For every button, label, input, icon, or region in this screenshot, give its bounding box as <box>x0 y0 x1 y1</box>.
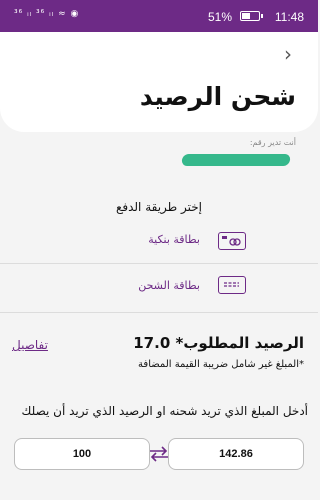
page-title: شحن الرصيد <box>139 82 296 111</box>
payment-method-label: بطاقة بنكية <box>148 233 200 246</box>
divider <box>0 312 318 313</box>
payment-method-heading: إختر طريقة الدفع <box>115 200 203 214</box>
amount-prompt: أدخل المبلغ الذي تريد شحنه او الرصيد الذ… <box>21 404 308 418</box>
credit-card-icon <box>218 232 246 250</box>
vat-note: *المبلغ غير شامل ضريبة القيمة المضافة <box>138 359 304 370</box>
status-bar: ³⁶ ᵢₗ ³⁶ ᵢₗ ≈ ◉ 51% 11:48 <box>0 0 318 32</box>
payment-method-label: بطاقة الشحن <box>138 279 200 292</box>
network-indicators: ³⁶ ᵢₗ ³⁶ ᵢₗ ≈ ◉ <box>14 9 80 19</box>
required-balance: الرصيد المطلوب* 17.0 <box>133 334 304 352</box>
recharge-card-icon <box>218 276 246 294</box>
amount-input-left[interactable]: 100 <box>14 438 150 470</box>
amount-input-right[interactable]: 142.86 <box>168 438 304 470</box>
payment-method-bank-card[interactable]: بطاقة بنكية <box>0 222 318 262</box>
chevron-right-icon[interactable]: › <box>284 44 300 64</box>
battery-icon <box>240 11 263 21</box>
required-balance-label: الرصيد المطلوب* <box>175 334 305 352</box>
payment-method-recharge-card[interactable]: بطاقة الشحن <box>0 266 318 306</box>
battery-percent: 51% <box>207 10 232 24</box>
clock: 11:48 <box>274 10 304 24</box>
divider <box>0 263 318 264</box>
managed-number-label: أنت تدير رقم: <box>249 138 296 147</box>
required-balance-value: 17.0 <box>133 334 171 352</box>
header-card: › شحن الرصيد <box>0 32 318 132</box>
managed-number-masked <box>181 154 291 166</box>
details-link[interactable]: تفاصيل <box>12 338 48 352</box>
